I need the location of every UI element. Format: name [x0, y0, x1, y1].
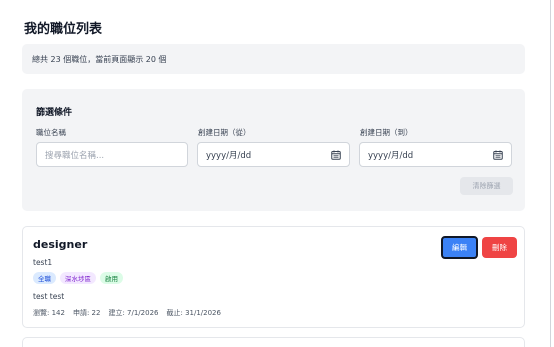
job-card: [22, 337, 525, 347]
job-deadline: 截止: 31/1/2026: [166, 309, 221, 317]
edit-button[interactable]: 編輯: [441, 236, 478, 259]
filters-panel: 篩選條件 職位名稱 搜尋職位名稱... 創建日期（從） yyyy/月/dd 創建…: [22, 89, 525, 211]
created-to-value: yyyy/月/dd: [368, 150, 414, 161]
job-title[interactable]: designer: [33, 238, 87, 251]
created-from-date-input[interactable]: yyyy/月/dd: [197, 142, 350, 167]
job-meta: 瀏覽: 142 申請: 22 建立: 7/1/2026 截止: 31/1/202…: [33, 308, 221, 318]
job-name-label: 職位名稱: [36, 128, 66, 137]
job-card: designer test1 全職 深水埗區 啟用 test test 瀏覽: …: [22, 226, 525, 328]
job-applications: 申請: 22: [72, 309, 101, 317]
clear-filters-button[interactable]: 清除篩選: [460, 177, 513, 195]
calendar-icon[interactable]: [331, 150, 341, 160]
created-from-label: 創建日期（從）: [198, 128, 251, 137]
tag-district: 深水埗區: [60, 272, 96, 284]
page: 我的職位列表 總共 23 個職位，當前頁面顯示 20 個 篩選條件 職位名稱 搜…: [0, 0, 554, 347]
job-description: test test: [33, 292, 65, 301]
job-tags: 全職 深水埗區 啟用: [33, 272, 123, 284]
created-from-value: yyyy/月/dd: [206, 150, 252, 161]
job-name-placeholder: 搜尋職位名稱...: [45, 150, 105, 161]
created-to-date-input[interactable]: yyyy/月/dd: [359, 142, 512, 167]
job-created: 建立: 7/1/2026: [108, 309, 159, 317]
tag-employment-type: 全職: [33, 272, 56, 284]
filters-title: 篩選條件: [36, 108, 73, 118]
job-views: 瀏覽: 142: [33, 309, 65, 317]
tag-status: 啟用: [100, 272, 123, 284]
job-subtitle: test1: [33, 258, 53, 267]
calendar-icon[interactable]: [493, 150, 503, 160]
job-name-input[interactable]: 搜尋職位名稱...: [36, 142, 188, 167]
scroll-edge: [550, 0, 551, 347]
summary-text: 總共 23 個職位，當前頁面顯示 20 個: [32, 55, 167, 64]
summary-banner: 總共 23 個職位，當前頁面顯示 20 個: [22, 44, 525, 74]
delete-button[interactable]: 刪除: [482, 237, 517, 258]
created-to-label: 創建日期（到）: [360, 128, 413, 137]
page-title: 我的職位列表: [24, 22, 103, 37]
